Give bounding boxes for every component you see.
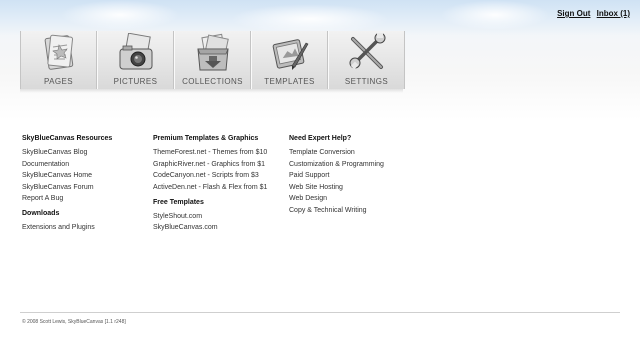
collections-box-icon — [196, 33, 229, 71]
codecanyon-link[interactable]: CodeCanyon.net - Scripts from $3 — [153, 172, 259, 179]
help-column: Need Expert Help? Template Conversion Cu… — [289, 135, 384, 219]
sign-out-link[interactable]: Sign Out — [557, 9, 590, 18]
tab-collections[interactable]: Collections — [174, 31, 251, 89]
documentation-link[interactable]: Documentation — [22, 161, 69, 168]
template-conversion-link[interactable]: Template Conversion — [289, 149, 355, 156]
web-design-link[interactable]: Web Design — [289, 195, 327, 202]
tab-label: Collections — [182, 77, 243, 86]
list-item: Extensions and Plugins — [22, 224, 112, 231]
skybluecanvas-link[interactable]: SkyBlueCanvas.com — [153, 224, 218, 231]
hosting-link[interactable]: Web Site Hosting — [289, 184, 343, 191]
report-bug-link[interactable]: Report A Bug — [22, 195, 63, 202]
tab-label: Templates — [264, 77, 315, 86]
main-nav: Pages Pictures Collections — [20, 31, 405, 89]
list-item: Copy & Technical Writing — [289, 207, 384, 214]
styleshout-link[interactable]: StyleShout.com — [153, 213, 202, 220]
tab-pictures[interactable]: Pictures — [97, 31, 174, 89]
templates-icon — [272, 39, 308, 70]
list-item: StyleShout.com — [153, 213, 267, 220]
list-item: Web Site Hosting — [289, 184, 384, 191]
cloud-decoration — [440, 0, 550, 30]
nav-shadow — [20, 89, 403, 93]
list-item: Paid Support — [289, 172, 384, 179]
tab-label: Pictures — [113, 77, 158, 86]
premium-list: ThemeForest.net - Themes from $10 Graphi… — [153, 149, 267, 191]
list-item: Template Conversion — [289, 149, 384, 156]
list-item: SkyBlueCanvas Home — [22, 172, 112, 179]
resources-heading: SkyBlueCanvas Resources — [22, 135, 113, 142]
customization-link[interactable]: Customization & Programming — [289, 161, 384, 168]
extensions-link[interactable]: Extensions and Plugins — [22, 224, 95, 231]
inbox-link[interactable]: Inbox (1) — [597, 9, 630, 18]
help-list: Template Conversion Customization & Prog… — [289, 149, 384, 214]
pages-icon — [44, 34, 73, 70]
resources-column: SkyBlueCanvas Resources SkyBlueCanvas Bl… — [22, 135, 112, 236]
free-templates-heading: Free Templates — [153, 198, 204, 206]
downloads-heading: Downloads — [22, 210, 60, 218]
copyright-text: © 2008 Scott Lewis, SkyBlueCanvas [1.1 r… — [22, 319, 126, 325]
cloud-decoration — [60, 0, 180, 30]
list-item: SkyBlueCanvas Forum — [22, 184, 112, 191]
blog-link[interactable]: SkyBlueCanvas Blog — [22, 149, 87, 156]
list-item: Web Design — [289, 195, 384, 202]
resources-list: SkyBlueCanvas Blog Documentation SkyBlue… — [22, 149, 112, 202]
free-templates-list: StyleShout.com SkyBlueCanvas.com — [153, 213, 267, 232]
help-heading: Need Expert Help? — [289, 135, 352, 142]
forum-link[interactable]: SkyBlueCanvas Forum — [22, 184, 94, 191]
list-item: CodeCanyon.net - Scripts from $3 — [153, 172, 267, 179]
account-links: Sign Out Inbox (1) — [553, 9, 630, 18]
footer-divider — [20, 312, 620, 313]
activeden-link[interactable]: ActiveDen.net - Flash & Flex from $1 — [153, 184, 267, 191]
list-item: Report A Bug — [22, 195, 112, 202]
copywriting-link[interactable]: Copy & Technical Writing — [289, 207, 367, 214]
tools-icon — [349, 33, 385, 70]
premium-heading: Premium Templates & Graphics — [153, 135, 259, 142]
list-item: ActiveDen.net - Flash & Flex from $1 — [153, 184, 267, 191]
tab-label: Pages — [44, 77, 73, 86]
list-item: GraphicRiver.net - Graphics from $1 — [153, 161, 267, 168]
camera-icon — [119, 33, 152, 70]
tab-settings[interactable]: Settings — [328, 31, 405, 89]
themeforest-link[interactable]: ThemeForest.net - Themes from $10 — [153, 149, 267, 156]
premium-column: Premium Templates & Graphics ThemeForest… — [153, 135, 267, 236]
home-link[interactable]: SkyBlueCanvas Home — [22, 172, 92, 179]
list-item: ThemeForest.net - Themes from $10 — [153, 149, 267, 156]
tab-label: Settings — [344, 77, 389, 86]
list-item: SkyBlueCanvas.com — [153, 224, 267, 231]
list-item: SkyBlueCanvas Blog — [22, 149, 112, 156]
tab-templates[interactable]: Templates — [251, 31, 328, 89]
tab-pages[interactable]: Pages — [20, 31, 97, 89]
list-item: Customization & Programming — [289, 161, 384, 168]
downloads-list: Extensions and Plugins — [22, 224, 112, 231]
paid-support-link[interactable]: Paid Support — [289, 172, 329, 179]
graphicriver-link[interactable]: GraphicRiver.net - Graphics from $1 — [153, 161, 265, 168]
cloud-decoration — [230, 4, 390, 34]
list-item: Documentation — [22, 161, 112, 168]
